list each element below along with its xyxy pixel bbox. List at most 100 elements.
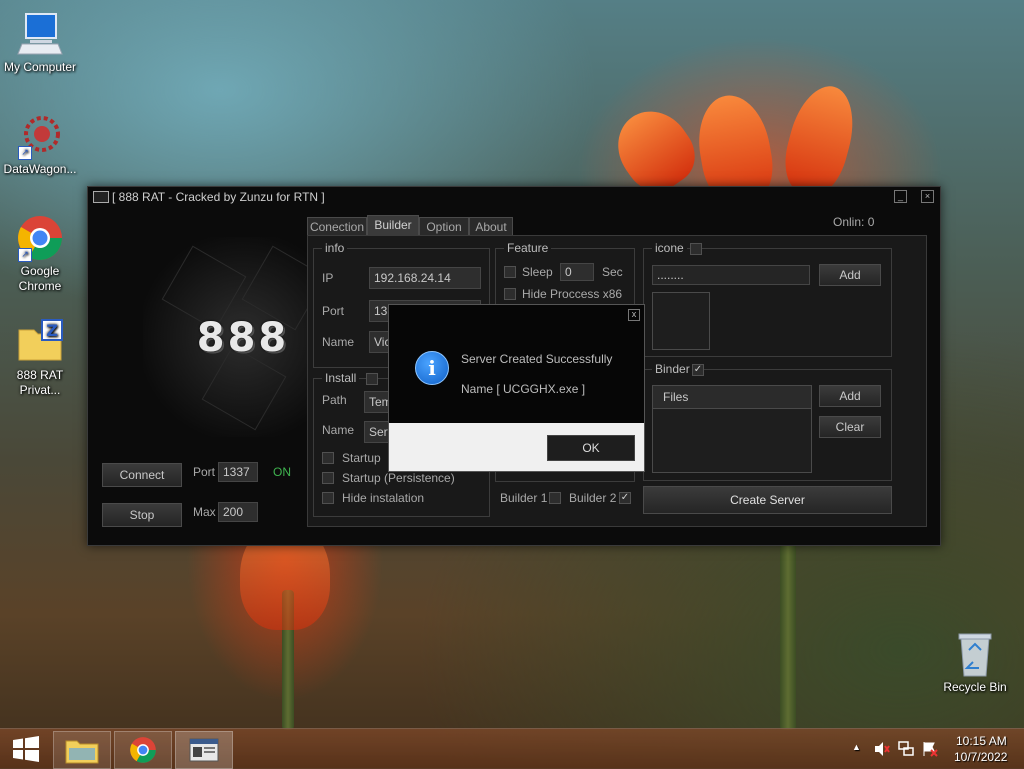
svg-text:Z: Z bbox=[46, 321, 58, 340]
binder-title-text: Binder bbox=[655, 362, 690, 376]
winrar-archive-icon: Z bbox=[16, 318, 64, 366]
hide-process-label: Hide Proccess x86 bbox=[522, 287, 623, 301]
binder-files-list[interactable]: Files bbox=[652, 385, 812, 473]
tray-overflow-arrow[interactable]: ▲ bbox=[852, 742, 861, 752]
startup-persistence-label: Startup (Persistence) bbox=[342, 471, 455, 485]
shortcut-arrow-icon: ↗ bbox=[18, 146, 32, 160]
info-group-title: info bbox=[322, 241, 348, 255]
ip-input[interactable]: 192.168.24.14 bbox=[369, 267, 481, 289]
listen-port-input[interactable]: 1337 bbox=[218, 462, 258, 482]
icone-group-title: icone bbox=[652, 241, 687, 255]
port-label: Port bbox=[193, 465, 216, 479]
dialog-message-line2: Name [ UCGGHX.exe ] bbox=[461, 382, 586, 396]
icon-add-button[interactable]: Add bbox=[819, 264, 881, 286]
window-titlebar[interactable]: [ 888 RAT - Cracked by Zunzu for RTN ] _… bbox=[88, 187, 940, 207]
feature-group-title: Feature bbox=[504, 241, 552, 255]
taskbar-888-rat[interactable] bbox=[175, 731, 233, 769]
clock-date[interactable]: 10/7/2022 bbox=[954, 750, 1007, 764]
sleep-checkbox[interactable] bbox=[504, 266, 516, 278]
volume-muted-icon[interactable] bbox=[874, 741, 890, 757]
tab-builder[interactable]: Builder bbox=[367, 215, 419, 236]
shortcut-arrow-icon: ↗ bbox=[18, 248, 32, 262]
close-button[interactable]: × bbox=[921, 190, 934, 203]
builder2-checkbox[interactable]: ✓ bbox=[619, 492, 631, 504]
binder-clear-button[interactable]: Clear bbox=[819, 416, 881, 438]
files-column-header[interactable]: Files bbox=[653, 386, 811, 409]
start-button[interactable] bbox=[6, 735, 46, 763]
install-group-title: Install bbox=[322, 371, 360, 385]
max-connections-input[interactable]: 200 bbox=[218, 502, 258, 522]
desktop-icon-label: Google Chrome bbox=[18, 264, 62, 293]
desktop-icon-recycle-bin[interactable]: Recycle Bin bbox=[935, 630, 1015, 695]
hide-installation-checkbox[interactable] bbox=[322, 492, 334, 504]
wallpaper-petal bbox=[776, 79, 864, 201]
hide-installation-label: Hide instalation bbox=[342, 491, 425, 505]
port-label: Port bbox=[322, 304, 345, 318]
builder1-label: Builder 1 bbox=[500, 491, 548, 505]
startup-checkbox[interactable] bbox=[322, 452, 334, 464]
computer-icon bbox=[16, 10, 64, 58]
info-icon: i bbox=[415, 351, 449, 385]
max-label: Max bbox=[193, 505, 216, 519]
binder-checkbox[interactable]: ✓ bbox=[692, 364, 704, 376]
install-checkbox[interactable] bbox=[366, 373, 378, 385]
desktop-icon-label: 888 RAT Privat... bbox=[16, 368, 64, 397]
dialog-footer: OK bbox=[389, 423, 644, 471]
action-center-flag-icon[interactable] bbox=[922, 741, 938, 757]
desktop-icon-my-computer[interactable]: My Computer bbox=[0, 10, 80, 75]
tab-option[interactable]: Option bbox=[419, 217, 469, 236]
online-count: 0 bbox=[867, 215, 875, 229]
connect-button[interactable]: Connect bbox=[102, 463, 182, 487]
sleep-label: Sleep bbox=[522, 265, 553, 279]
app-window-icon bbox=[189, 738, 219, 762]
path-label: Path bbox=[322, 393, 347, 407]
datawagon-icon: ↗ bbox=[16, 112, 64, 160]
files-header-text: Files bbox=[663, 390, 689, 404]
desktop-icon-google-chrome[interactable]: ↗ Google Chrome bbox=[0, 214, 80, 294]
tab-conection[interactable]: Conection bbox=[307, 217, 367, 236]
startup-persistence-checkbox[interactable] bbox=[322, 472, 334, 484]
ok-button[interactable]: OK bbox=[547, 435, 635, 461]
recycle-bin-icon bbox=[951, 630, 999, 678]
ip-label: IP bbox=[322, 271, 334, 285]
tab-about[interactable]: About bbox=[469, 217, 513, 236]
minimize-button[interactable]: _ bbox=[894, 190, 907, 203]
builder1-checkbox[interactable] bbox=[549, 492, 561, 504]
window-title: [ 888 RAT - Cracked by Zunzu for RTN ] bbox=[112, 190, 325, 204]
hide-process-checkbox[interactable] bbox=[504, 288, 516, 300]
app-window-icon bbox=[93, 191, 109, 203]
builder2-label: Builder 2 bbox=[569, 491, 617, 505]
wallpaper-stem bbox=[780, 540, 796, 730]
desktop-icon-888-rat[interactable]: Z 888 RAT Privat... bbox=[0, 318, 80, 398]
dialog-message-line1: Server Created Successfully bbox=[461, 352, 613, 366]
sleep-seconds-input[interactable]: 0 bbox=[560, 263, 594, 281]
stop-button[interactable]: Stop bbox=[102, 503, 182, 527]
network-icon[interactable] bbox=[898, 741, 914, 757]
taskbar-file-explorer[interactable] bbox=[53, 731, 111, 769]
icon-path-input[interactable]: ........ bbox=[652, 265, 810, 285]
icone-checkbox[interactable] bbox=[690, 243, 702, 255]
binder-add-button[interactable]: Add bbox=[819, 385, 881, 407]
port-status: ON bbox=[273, 465, 291, 479]
server-created-dialog: x i Server Created Successfully Name [ U… bbox=[388, 304, 645, 472]
icone-group: icone ........ Add bbox=[643, 241, 892, 357]
desktop-icon-label: My Computer bbox=[3, 60, 77, 74]
desktop-icon-label: Recycle Bin bbox=[943, 680, 1007, 694]
taskbar-chrome[interactable] bbox=[114, 731, 172, 769]
desktop-icon-datawagon[interactable]: ↗ DataWagon... bbox=[0, 112, 80, 177]
dialog-close-button[interactable]: x bbox=[628, 309, 640, 321]
sec-label: Sec bbox=[602, 265, 623, 279]
binder-group-title: Binder bbox=[652, 362, 693, 376]
create-server-button[interactable]: Create Server bbox=[643, 486, 892, 514]
name-label: Name bbox=[322, 423, 355, 437]
binder-group: Binder ✓ Files Add Clear bbox=[643, 362, 892, 481]
install-title-text: Install bbox=[325, 371, 357, 385]
clock-time[interactable]: 10:15 AM bbox=[956, 734, 1007, 748]
name-label: Name bbox=[322, 335, 355, 349]
online-text: Onlin: bbox=[833, 215, 865, 229]
chrome-icon: ↗ bbox=[16, 214, 64, 262]
folder-icon bbox=[65, 740, 99, 764]
online-label: Onlin: 0 bbox=[833, 215, 874, 229]
windows-logo-icon bbox=[13, 736, 39, 762]
desktop-icon-label: DataWagon... bbox=[3, 162, 77, 176]
